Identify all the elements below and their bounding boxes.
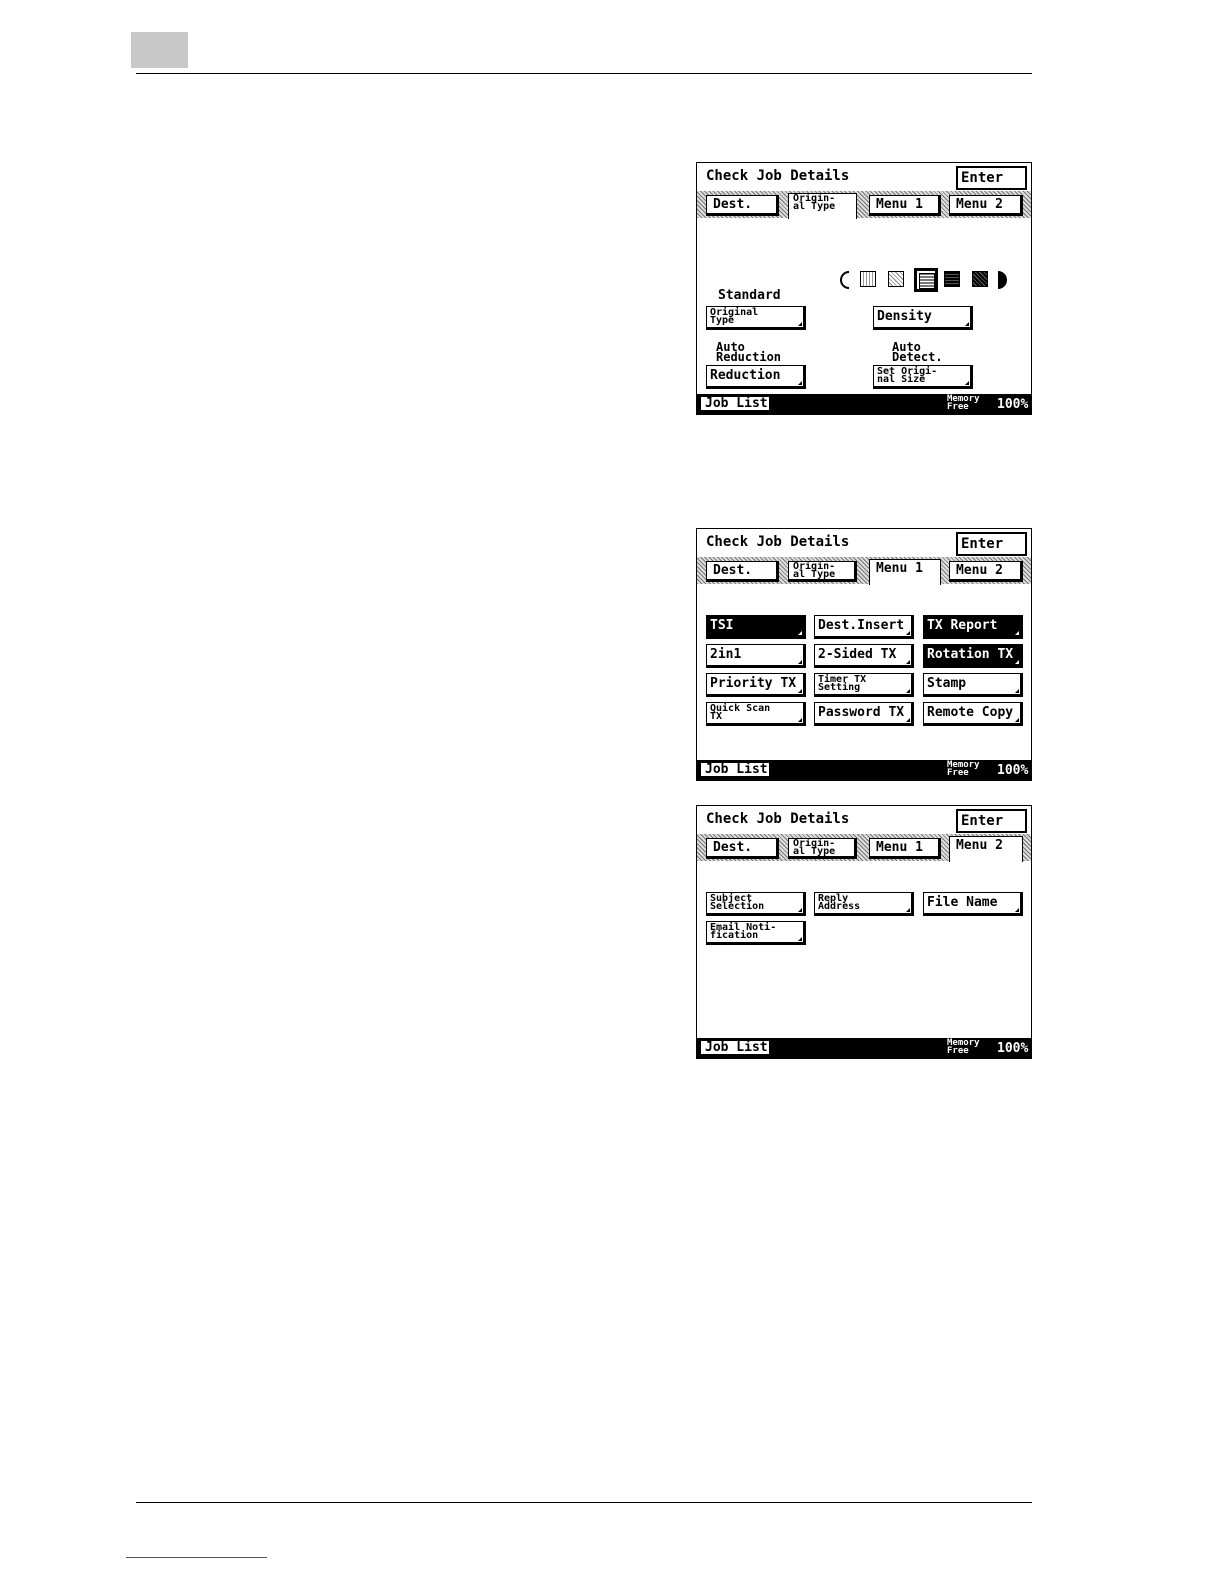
screen-title: Check Job Details [706,534,850,550]
density-level-5[interactable] [972,271,988,287]
quick-scan-tx-button[interactable]: Quick Scan TX [706,702,806,726]
density-button[interactable]: Density [873,306,973,330]
density-darker-icon[interactable] [998,271,1007,289]
memory-free-value: 100% [997,1041,1029,1056]
screen-title: Check Job Details [706,168,850,184]
density-level-3-selected[interactable] [914,268,938,292]
screen-menu-1: Check Job Details Enter Dest. Origin- al… [696,528,1032,781]
screen-title: Check Job Details [706,811,850,827]
status-bar: Job List Memory Free 100% [697,1038,1031,1058]
email-notification-button[interactable]: Email Noti- fication [706,921,806,945]
tab-menu-1[interactable]: Menu 1 [869,195,941,216]
enter-button[interactable]: Enter [956,166,1027,190]
footer-link-underline [126,1557,267,1558]
density-level-2[interactable] [888,271,904,287]
tab-original-type[interactable]: Origin- al Type [788,838,857,859]
memory-free-value: 100% [997,763,1029,778]
reduction-value: Auto Reduction [716,340,782,364]
density-scale[interactable] [840,268,1010,292]
reduction-button[interactable]: Reduction [706,365,806,389]
header-rule [136,73,1032,74]
tab-dest[interactable]: Dest. [706,838,779,859]
set-original-size-button[interactable]: Set Origi- nal Size [873,365,973,389]
memory-label: Memory Free [947,1038,980,1056]
original-type-button[interactable]: Original Type [706,306,806,330]
tx-report-button[interactable]: TX Report [923,615,1023,639]
priority-tx-button[interactable]: Priority TX [706,673,806,697]
screen-original-type: Check Job Details Enter Dest. Origin- al… [696,162,1032,415]
page-number-tab [131,32,188,68]
tab-dest[interactable]: Dest. [706,195,779,216]
stamp-button[interactable]: Stamp [923,673,1023,697]
status-bar: Job List Memory Free 100% [697,760,1031,780]
password-tx-button[interactable]: Password TX [814,702,914,726]
memory-free-value: 100% [997,397,1029,412]
density-level-1[interactable] [860,271,876,287]
job-list-button[interactable]: Job List [700,1040,770,1055]
reply-address-button[interactable]: Reply Address [814,892,914,916]
job-list-button[interactable]: Job List [700,762,770,777]
timer-tx-setting-button[interactable]: Timer TX Setting [814,673,914,697]
subject-selection-button[interactable]: Subject Selection [706,892,806,916]
tab-menu-2[interactable]: Menu 2 [949,561,1023,582]
footer-rule [136,1502,1032,1503]
status-bar: Job List Memory Free 100% [697,394,1031,414]
tab-menu-2[interactable]: Menu 2 [949,836,1023,862]
tab-menu-1[interactable]: Menu 1 [869,838,941,859]
job-list-button[interactable]: Job List [700,396,770,411]
original-type-value: Standard [718,288,781,303]
2in1-button[interactable]: 2in1 [706,644,806,668]
tsi-button[interactable]: TSI [706,615,806,639]
enter-button[interactable]: Enter [956,532,1027,556]
tab-original-type[interactable]: Origin- al Type [788,193,857,219]
original-size-value: Auto Detect. [892,340,943,364]
tab-original-type[interactable]: Origin- al Type [788,561,857,582]
tab-menu-2[interactable]: Menu 2 [949,195,1023,216]
density-lighter-icon[interactable] [840,271,849,289]
enter-button[interactable]: Enter [956,809,1027,833]
memory-label: Memory Free [947,760,980,778]
screen-menu-2: Check Job Details Enter Dest. Origin- al… [696,805,1032,1059]
file-name-button[interactable]: File Name [923,892,1023,916]
memory-label: Memory Free [947,394,980,412]
density-level-4[interactable] [944,271,960,287]
2-sided-tx-button[interactable]: 2-Sided TX [814,644,914,668]
tab-dest[interactable]: Dest. [706,561,779,582]
dest-insert-button[interactable]: Dest.Insert [814,615,914,639]
tab-menu-1[interactable]: Menu 1 [869,559,941,585]
rotation-tx-button[interactable]: Rotation TX [923,644,1023,668]
remote-copy-button[interactable]: Remote Copy [923,702,1023,726]
